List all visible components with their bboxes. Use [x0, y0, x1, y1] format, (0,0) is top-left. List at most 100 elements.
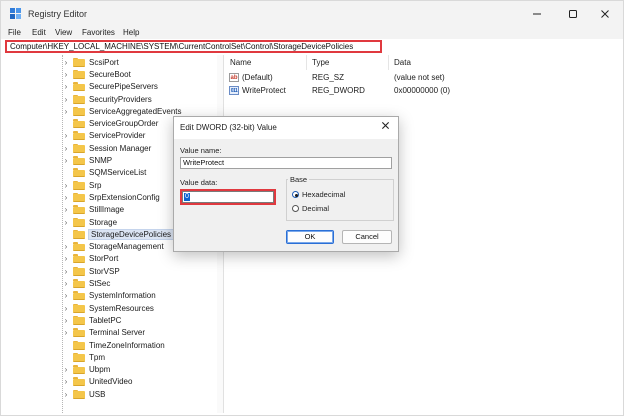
folder-icon: [73, 291, 85, 301]
menu-file[interactable]: File: [8, 27, 21, 39]
tree-item-label: SrpExtensionConfig: [89, 192, 160, 202]
chevron-right-icon[interactable]: ›: [61, 144, 71, 153]
tree-item[interactable]: › Storage: [61, 216, 117, 228]
dialog-close-button[interactable]: [378, 121, 392, 135]
chevron-right-icon[interactable]: ›: [61, 304, 71, 313]
chevron-right-icon[interactable]: ›: [61, 58, 71, 67]
string-value-icon: ab: [229, 73, 239, 82]
tree-item[interactable]: › StorPort: [61, 253, 118, 265]
tree-item[interactable]: ›Tpm: [61, 351, 105, 363]
column-header-data[interactable]: Data: [389, 55, 623, 70]
value-data-text: 0: [184, 193, 190, 201]
folder-icon: [73, 168, 85, 178]
chevron-right-icon[interactable]: ›: [61, 193, 71, 202]
dialog-title: Edit DWORD (32-bit) Value: [180, 123, 277, 132]
value-row-default[interactable]: ab (Default) REG_SZ (value not set): [225, 72, 623, 84]
chevron-right-icon[interactable]: ›: [61, 156, 71, 165]
chevron-right-icon[interactable]: ›: [61, 181, 71, 190]
tree-item[interactable]: › Srp: [61, 179, 101, 191]
folder-icon: [73, 156, 85, 166]
tree-item-label: Ubpm: [89, 365, 111, 375]
tree-item[interactable]: › UnitedVideo: [61, 376, 132, 388]
dialog-title-bar: Edit DWORD (32-bit) Value: [174, 117, 398, 139]
value-name-label: Value name:: [180, 146, 222, 155]
cancel-button[interactable]: Cancel: [342, 230, 392, 244]
folder-icon: [73, 205, 85, 215]
tree-item[interactable]: › SNMP: [61, 154, 112, 166]
tree-item[interactable]: › StorVSP: [61, 265, 120, 277]
chevron-right-icon[interactable]: ›: [61, 205, 71, 214]
chevron-right-icon[interactable]: ›: [61, 107, 71, 116]
tree-item[interactable]: › SrpExtensionConfig: [61, 191, 160, 203]
radio-decimal[interactable]: Decimal: [292, 204, 329, 213]
chevron-right-icon[interactable]: ›: [61, 95, 71, 104]
value-type: REG_DWORD: [312, 86, 365, 95]
column-header-name[interactable]: Name: [225, 55, 307, 70]
minimize-button[interactable]: [523, 4, 551, 24]
menu-view[interactable]: View: [55, 27, 72, 39]
menu-favorites[interactable]: Favorites: [82, 27, 115, 39]
chevron-right-icon[interactable]: ›: [61, 291, 71, 300]
tree-item[interactable]: › ScsiPort: [61, 56, 119, 68]
tree-item[interactable]: › Session Manager: [61, 142, 151, 154]
value-name-field[interactable]: WriteProtect: [180, 157, 392, 169]
folder-icon: [73, 143, 85, 153]
column-header-type[interactable]: Type: [307, 55, 389, 70]
tree-item[interactable]: › SystemResources: [61, 302, 154, 314]
base-group: [286, 179, 394, 221]
address-bar[interactable]: Computer\HKEY_LOCAL_MACHINE\SYSTEM\Curre…: [5, 40, 382, 53]
menu-edit[interactable]: Edit: [32, 27, 46, 39]
ok-button[interactable]: OK: [286, 230, 334, 244]
tree-item-label: StillImage: [89, 205, 125, 215]
chevron-right-icon[interactable]: ›: [61, 267, 71, 276]
chevron-right-icon[interactable]: ›: [61, 377, 71, 386]
chevron-right-icon[interactable]: ›: [61, 254, 71, 263]
chevron-right-icon[interactable]: ›: [61, 390, 71, 399]
chevron-right-icon[interactable]: ›: [61, 242, 71, 251]
title-bar: Registry Editor: [1, 1, 623, 27]
tree-item[interactable]: › ServiceAggregatedEvents: [61, 105, 182, 117]
tree-item[interactable]: ›ServiceGroupOrder: [61, 118, 158, 130]
folder-icon: [73, 192, 85, 202]
tree-item[interactable]: › TabletPC: [61, 314, 121, 326]
value-name: WriteProtect: [242, 86, 286, 95]
tree-item[interactable]: ›SQMServiceList: [61, 167, 146, 179]
tree-item[interactable]: › ServiceProvider: [61, 130, 145, 142]
folder-icon: [73, 82, 85, 92]
chevron-right-icon[interactable]: ›: [61, 131, 71, 140]
tree-item[interactable]: › Terminal Server: [61, 327, 145, 339]
value-data: (value not set): [394, 73, 445, 82]
radio-hexadecimal[interactable]: Hexadecimal: [292, 190, 345, 199]
tree-item[interactable]: › SystemInformation: [61, 290, 156, 302]
close-button[interactable]: [591, 4, 619, 24]
chevron-right-icon[interactable]: ›: [61, 70, 71, 79]
chevron-right-icon[interactable]: ›: [61, 279, 71, 288]
tree-item[interactable]: › Ubpm: [61, 364, 110, 376]
chevron-right-icon[interactable]: ›: [61, 82, 71, 91]
tree-item-label: TabletPC: [89, 315, 122, 325]
folder-icon: [73, 69, 85, 79]
menu-help[interactable]: Help: [123, 27, 139, 39]
tree-item[interactable]: › USB: [61, 388, 105, 400]
tree-item[interactable]: › StorageManagement: [61, 241, 164, 253]
chevron-right-icon[interactable]: ›: [61, 218, 71, 227]
tree-item[interactable]: › SecureBoot: [61, 68, 131, 80]
folder-icon: [73, 217, 85, 227]
maximize-button[interactable]: [559, 4, 587, 24]
folder-icon: [73, 377, 85, 387]
chevron-right-icon[interactable]: ›: [61, 316, 71, 325]
tree-item[interactable]: › SecurePipeServers: [61, 81, 158, 93]
radio-unchecked-icon: [292, 205, 299, 212]
tree-item[interactable]: ›StorageDevicePolicies: [61, 228, 175, 240]
value-data-input[interactable]: 0: [182, 191, 274, 203]
dword-value-icon: 011: [229, 86, 239, 95]
tree-item[interactable]: › StSec: [61, 277, 110, 289]
tree-item-label: ServiceProvider: [89, 131, 146, 141]
value-row-writeprotect[interactable]: 011 WriteProtect REG_DWORD 0x00000000 (0…: [225, 85, 623, 97]
tree-item[interactable]: › SecurityProviders: [61, 93, 152, 105]
tree-item[interactable]: ›TimeZoneInformation: [61, 339, 165, 351]
chevron-right-icon[interactable]: ›: [61, 365, 71, 374]
tree-item[interactable]: › StillImage: [61, 204, 124, 216]
tree-item-label: UnitedVideo: [89, 377, 133, 387]
chevron-right-icon[interactable]: ›: [61, 328, 71, 337]
